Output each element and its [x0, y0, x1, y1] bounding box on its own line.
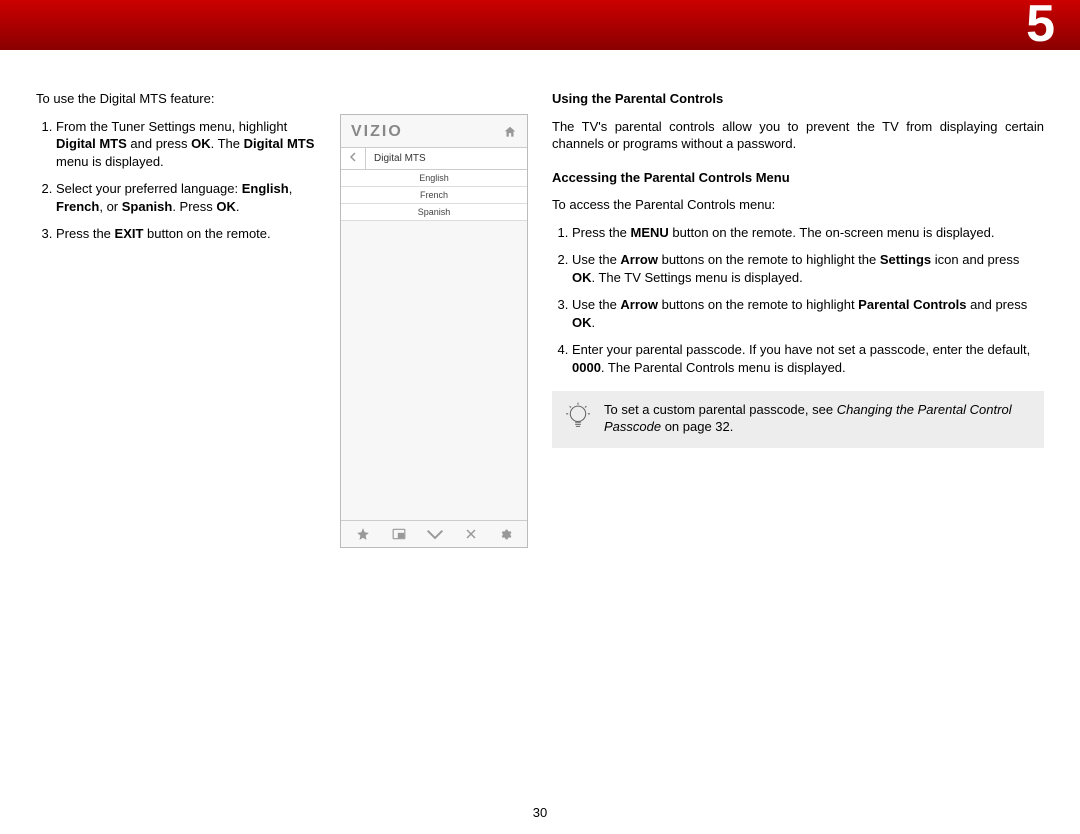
- menu-title-row: Digital MTS: [341, 147, 527, 170]
- access-intro: To access the Parental Controls menu:: [552, 196, 1044, 214]
- left-step-1: From the Tuner Settings menu, highlight …: [56, 118, 322, 171]
- right-steps: Press the MENU button on the remote. The…: [552, 224, 1044, 377]
- menu-item-english: English: [341, 170, 527, 187]
- back-icon: [341, 148, 366, 169]
- heading-access: Accessing the Parental Controls Menu: [552, 169, 1044, 187]
- star-icon: [356, 527, 370, 541]
- page-number: 30: [0, 805, 1080, 820]
- right-step-3: Use the Arrow buttons on the remote to h…: [572, 296, 1044, 331]
- menu-bottom-bar: [341, 520, 527, 547]
- page-body: To use the Digital MTS feature: From the…: [0, 50, 1080, 548]
- gear-icon: [499, 527, 512, 541]
- right-step-1: Press the MENU button on the remote. The…: [572, 224, 1044, 242]
- tip-text: To set a custom parental passcode, see C…: [604, 401, 1032, 436]
- lightbulb-icon: [564, 401, 592, 438]
- home-icon: [503, 125, 517, 139]
- left-step-3: Press the EXIT button on the remote.: [56, 225, 322, 243]
- left-intro: To use the Digital MTS feature:: [36, 90, 322, 108]
- heading-parental: Using the Parental Controls: [552, 90, 1044, 108]
- left-steps: From the Tuner Settings menu, highlight …: [36, 118, 322, 243]
- right-column: Using the Parental Controls The TV's par…: [552, 90, 1044, 548]
- menu-item-french: French: [341, 187, 527, 204]
- chapter-number: 5: [1026, 0, 1056, 54]
- chevron-down-icon: [427, 527, 443, 541]
- close-icon: [465, 527, 477, 541]
- window-icon: [392, 527, 406, 541]
- left-column: To use the Digital MTS feature: From the…: [36, 90, 528, 548]
- menu-title: Digital MTS: [366, 149, 527, 168]
- parental-desc: The TV's parental controls allow you to …: [552, 118, 1044, 153]
- header-band: 5: [0, 0, 1080, 50]
- tip-box: To set a custom parental passcode, see C…: [552, 391, 1044, 448]
- left-step-2: Select your preferred language: English,…: [56, 180, 322, 215]
- menu-item-spanish: Spanish: [341, 204, 527, 221]
- right-step-2: Use the Arrow buttons on the remote to h…: [572, 251, 1044, 286]
- right-step-4: Enter your parental passcode. If you hav…: [572, 341, 1044, 376]
- vizio-logo: VIZIO: [351, 123, 403, 141]
- tv-menu-panel: VIZIO Digital MTS English French Spanish: [340, 114, 528, 548]
